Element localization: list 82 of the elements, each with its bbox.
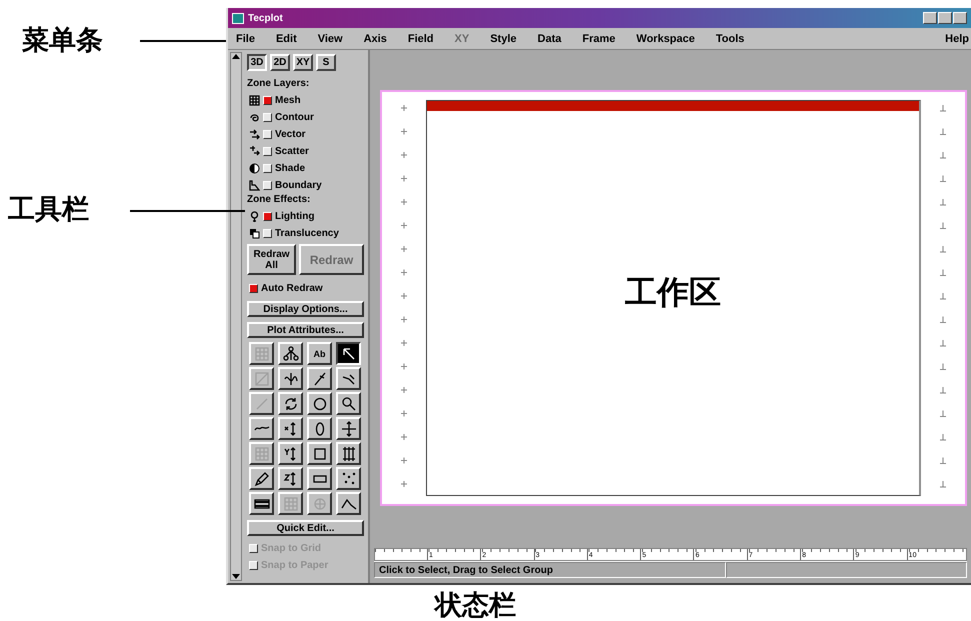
layer-label: Shade xyxy=(275,162,306,174)
checkbox[interactable] xyxy=(263,146,272,156)
close-button[interactable] xyxy=(953,12,967,24)
contour-icon xyxy=(249,112,260,122)
status-text: Click to Select, Drag to Select Group xyxy=(374,562,726,578)
shade-icon xyxy=(249,162,260,174)
redraw-button[interactable]: Redraw All xyxy=(247,244,296,275)
menu-item[interactable]: Tools xyxy=(716,32,766,44)
axis-arrows-icon xyxy=(282,420,298,436)
layer-label: Scatter xyxy=(275,146,309,156)
boundary-icon xyxy=(249,180,260,190)
menu-item[interactable]: Style xyxy=(490,32,538,44)
checkbox[interactable] xyxy=(263,180,272,190)
view-tab[interactable]: XY xyxy=(293,54,313,71)
checkbox[interactable] xyxy=(263,212,272,220)
tool-button[interactable]: Ab xyxy=(307,342,332,365)
square-icon xyxy=(312,446,328,462)
window-title: Tecplot xyxy=(248,12,283,24)
pencil-icon xyxy=(254,470,270,486)
tool-button[interactable] xyxy=(336,342,361,365)
annotation-label: 工具栏 xyxy=(8,196,89,223)
workspace-label: 工作区 xyxy=(625,272,721,313)
menu-item[interactable]: Data xyxy=(538,32,582,44)
down-arrow-icon xyxy=(232,574,240,580)
menu-item[interactable]: Edit xyxy=(276,32,318,44)
squiggle-icon xyxy=(282,370,298,386)
up-arrow-icon xyxy=(232,53,240,59)
checkbox[interactable] xyxy=(263,112,272,122)
circle-icon xyxy=(312,396,328,412)
view-tab[interactable]: 3D xyxy=(247,54,267,71)
grid-lines-icon xyxy=(340,446,356,462)
rotate-icon xyxy=(282,396,298,412)
options-button[interactable]: Plot Attributes... xyxy=(247,322,364,338)
layer-label: Contour xyxy=(275,112,314,122)
line-icon xyxy=(312,370,328,386)
checkbox[interactable] xyxy=(263,96,272,104)
overlap-icon xyxy=(249,228,260,238)
menu-item[interactable]: View xyxy=(318,32,364,44)
checkbox-label: Auto Redraw xyxy=(261,282,323,294)
grid-icon xyxy=(282,496,298,512)
move-icon xyxy=(340,420,356,436)
scatter-icon xyxy=(249,146,260,156)
layer-label: Boundary xyxy=(275,180,322,190)
dots-icon xyxy=(340,470,356,486)
bulb-icon xyxy=(249,210,260,222)
maximize-button[interactable] xyxy=(938,12,952,24)
layer-label: Vector xyxy=(275,128,306,140)
menu-item[interactable]: Axis xyxy=(364,32,408,44)
checkbox[interactable] xyxy=(263,130,272,138)
minimize-button[interactable] xyxy=(923,12,937,24)
scrollbar[interactable] xyxy=(230,52,242,581)
menu-item[interactable]: File xyxy=(236,32,276,44)
effect-label: Lighting xyxy=(275,210,314,222)
quick-edit-button[interactable]: Quick Edit... xyxy=(247,520,364,536)
pointer-arrow-icon xyxy=(340,346,356,362)
checkbox[interactable] xyxy=(249,284,258,292)
annotation-label: 状态栏 xyxy=(435,592,516,619)
view-tab[interactable]: 2D xyxy=(270,54,290,71)
magnifier-icon xyxy=(340,396,356,412)
menu-item[interactable]: Frame xyxy=(582,32,636,44)
menu-item[interactable]: Workspace xyxy=(636,32,716,44)
menu-item[interactable]: Field xyxy=(408,32,455,44)
grid-icon xyxy=(254,370,270,386)
view-tab[interactable]: S xyxy=(316,54,336,71)
tree-icon xyxy=(282,346,298,362)
axis-arrows-icon xyxy=(282,446,298,462)
section-heading: Zone Layers: xyxy=(247,78,310,91)
checkbox[interactable] xyxy=(263,228,272,238)
effect-label: Translucency xyxy=(275,228,339,238)
options-button[interactable]: Display Options... xyxy=(247,301,364,317)
layer-label: Mesh xyxy=(275,94,301,106)
axis-arrows-icon xyxy=(282,470,298,486)
section-heading: Zone Effects: xyxy=(247,194,312,207)
grid-icon xyxy=(254,446,270,462)
checkbox[interactable] xyxy=(263,164,272,172)
vector-icon xyxy=(249,128,260,140)
circle-icon xyxy=(312,496,328,512)
app-icon xyxy=(232,12,244,24)
grid-icon xyxy=(254,346,270,362)
annotation-label: 菜单条 xyxy=(22,27,103,54)
menu-item[interactable]: Help xyxy=(945,32,971,44)
grid-icon xyxy=(249,94,260,106)
